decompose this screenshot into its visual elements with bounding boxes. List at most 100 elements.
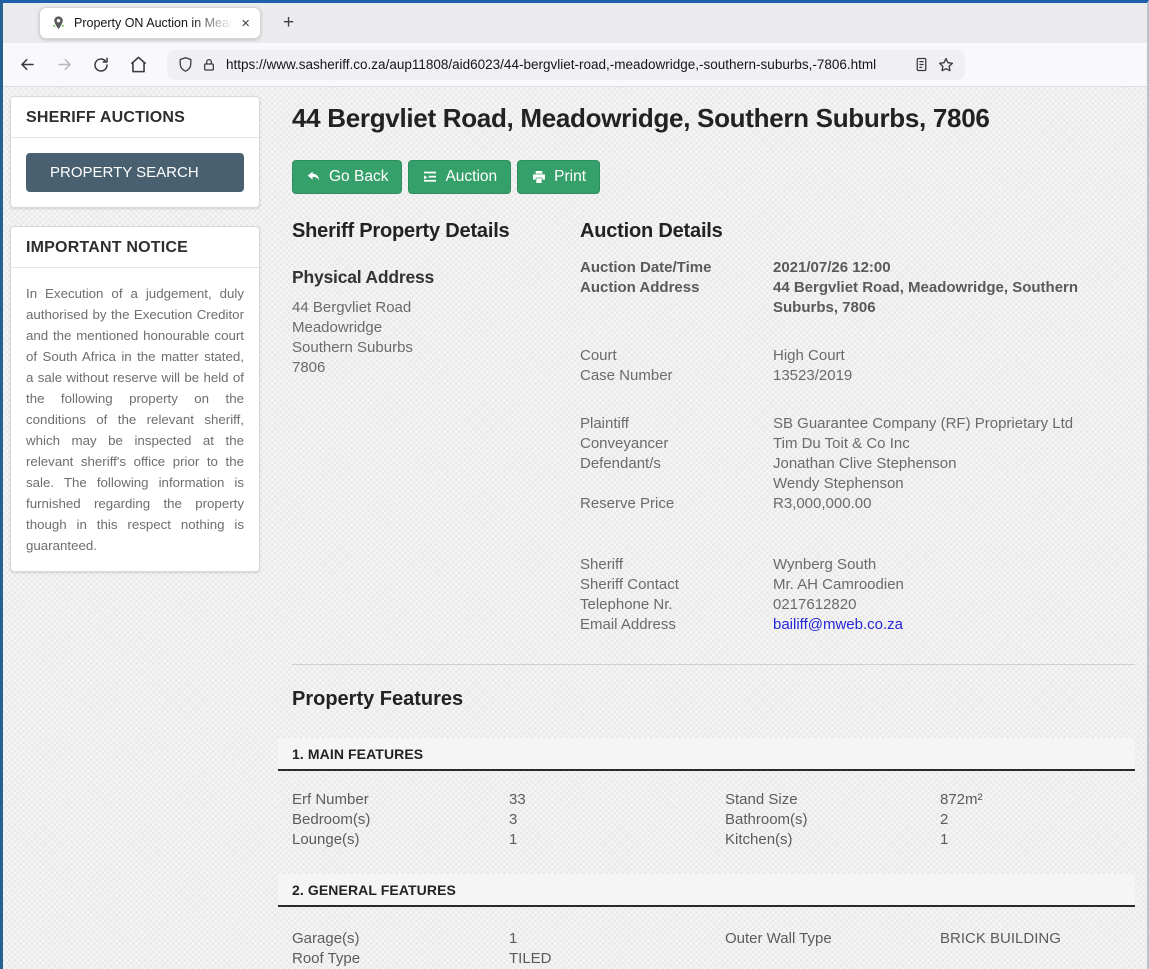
property-details-column: Sheriff Property Details Physical Addres… <box>292 220 580 635</box>
reply-arrow-icon <box>306 169 322 185</box>
reserve-price-value: R3,000,000.00 <box>773 494 1135 514</box>
address-line: Meadowridge <box>292 318 580 338</box>
site-favicon-icon <box>50 15 67 32</box>
feature-value: 872m² <box>940 790 1135 810</box>
address-line: 7806 <box>292 358 580 378</box>
property-details-heading: Sheriff Property Details <box>292 220 580 243</box>
property-search-button[interactable]: PROPERTY SEARCH <box>26 153 244 192</box>
feature-label: Garage(s) <box>292 929 509 949</box>
feature-label: Erf Number <box>292 790 509 810</box>
email-link[interactable]: bailiff@mweb.co.za <box>773 616 903 633</box>
feature-label: Kitchen(s) <box>725 830 940 850</box>
feature-value: 3 <box>509 810 725 830</box>
conveyancer-label: Conveyancer <box>580 434 773 454</box>
feature-value: 1 <box>509 929 725 949</box>
url-bar[interactable]: https://www.sasheriff.co.za/aup11808/aid… <box>167 50 965 80</box>
browser-window: Property ON Auction in Meado × + https:/… <box>0 0 1149 969</box>
feature-value: BRICK BUILDING <box>940 929 1135 949</box>
tab-close-icon[interactable]: × <box>238 15 253 32</box>
auction-list-icon <box>422 169 438 185</box>
divider <box>292 664 1135 665</box>
auction-when-where-group: Auction Date/Time 2021/07/26 12:00 Aucti… <box>580 258 1135 318</box>
bookmark-star-icon[interactable] <box>937 56 955 74</box>
feature-label: Roof Type <box>292 949 509 969</box>
conveyancer-value: Tim Du Toit & Co Inc <box>773 434 1135 454</box>
sheriff-group: Sheriff Wynberg South Sheriff Contact Mr… <box>580 555 1135 635</box>
feature-value: 2 <box>940 810 1135 830</box>
sheriff-contact-label: Sheriff Contact <box>580 575 773 595</box>
auction-button[interactable]: Auction <box>408 160 511 194</box>
general-features-table: Garage(s) 1 Outer Wall Type BRICK BUILDI… <box>292 929 1135 969</box>
go-back-label: Go Back <box>329 168 388 186</box>
tab-title: Property ON Auction in Meado <box>74 16 238 30</box>
go-back-button[interactable]: Go Back <box>292 160 402 194</box>
page-title: 44 Bergvliet Road, Meadowridge, Southern… <box>292 103 1135 134</box>
important-notice-card: IMPORTANT NOTICE In Execution of a judge… <box>10 226 260 572</box>
email-label: Email Address <box>580 615 773 635</box>
defendant-value: Wendy Stephenson <box>773 474 1135 494</box>
auction-label: Auction <box>445 168 497 186</box>
browser-toolbar: https://www.sasheriff.co.za/aup11808/aid… <box>3 43 1147 87</box>
case-number-value: 13523/2019 <box>773 366 1135 386</box>
parties-group: Plaintiff SB Guarantee Company (RF) Prop… <box>580 414 1135 514</box>
defendant-values: Jonathan Clive Stephenson Wendy Stephens… <box>773 454 1135 494</box>
feature-label: Outer Wall Type <box>725 929 940 949</box>
feature-label <box>725 949 940 969</box>
table-row: Lounge(s) 1 Kitchen(s) 1 <box>292 830 1135 850</box>
court-group: Court High Court Case Number 13523/2019 <box>580 346 1135 386</box>
property-features-heading: Property Features <box>292 688 1135 711</box>
table-row: Garage(s) 1 Outer Wall Type BRICK BUILDI… <box>292 929 1135 949</box>
printer-icon <box>531 169 547 185</box>
auction-address-value: 44 Bergvliet Road, Meadowridge, Southern… <box>773 278 1135 318</box>
auction-date-label: Auction Date/Time <box>580 258 773 278</box>
court-label: Court <box>580 346 773 366</box>
reload-button[interactable] <box>85 50 117 80</box>
feature-label: Stand Size <box>725 790 940 810</box>
feature-value: 1 <box>940 830 1135 850</box>
auction-details-heading: Auction Details <box>580 220 1135 243</box>
forward-arrow-icon <box>55 55 74 74</box>
print-button[interactable]: Print <box>517 160 600 194</box>
feature-value <box>940 949 1135 969</box>
plaintiff-label: Plaintiff <box>580 414 773 434</box>
sidebar: SHERIFF AUCTIONS PROPERTY SEARCH IMPORTA… <box>3 87 265 969</box>
auction-details-column: Auction Details Auction Date/Time 2021/0… <box>580 220 1135 635</box>
sheriff-label: Sheriff <box>580 555 773 575</box>
back-button[interactable] <box>11 50 43 80</box>
sheriff-auctions-card: SHERIFF AUCTIONS PROPERTY SEARCH <box>10 96 260 208</box>
auction-date-value: 2021/07/26 12:00 <box>773 258 1135 278</box>
lock-icon[interactable] <box>201 57 217 73</box>
court-value: High Court <box>773 346 1135 366</box>
telephone-value: 0217612820 <box>773 595 1135 615</box>
print-label: Print <box>554 168 586 186</box>
physical-address-heading: Physical Address <box>292 267 580 288</box>
main-features-section-header: 1. MAIN FEATURES <box>278 738 1135 771</box>
auction-address-label: Auction Address <box>580 278 773 318</box>
reader-mode-icon[interactable] <box>913 56 930 73</box>
sheriff-contact-value: Mr. AH Camroodien <box>773 575 1135 595</box>
table-row: Erf Number 33 Stand Size 872m² <box>292 790 1135 810</box>
main-features-table: Erf Number 33 Stand Size 872m² Bedroom(s… <box>292 790 1135 850</box>
feature-label: Lounge(s) <box>292 830 509 850</box>
url-text[interactable]: https://www.sasheriff.co.za/aup11808/aid… <box>226 57 876 72</box>
shield-icon[interactable] <box>177 56 194 73</box>
important-notice-text: In Execution of a judgement, duly author… <box>26 283 244 556</box>
table-row: Bedroom(s) 3 Bathroom(s) 2 <box>292 810 1135 830</box>
main-content: 44 Bergvliet Road, Meadowridge, Southern… <box>265 87 1147 969</box>
browser-tab[interactable]: Property ON Auction in Meado × <box>39 7 261 39</box>
forward-button[interactable] <box>48 50 80 80</box>
important-notice-heading: IMPORTANT NOTICE <box>11 227 259 268</box>
home-button[interactable] <box>122 50 154 80</box>
reserve-price-label: Reserve Price <box>580 494 773 514</box>
sheriff-auctions-heading: SHERIFF AUCTIONS <box>11 97 259 138</box>
home-icon <box>129 55 148 74</box>
feature-label: Bathroom(s) <box>725 810 940 830</box>
address-line: Southern Suburbs <box>292 338 580 358</box>
feature-value: TILED <box>509 949 725 969</box>
plaintiff-value: SB Guarantee Company (RF) Proprietary Lt… <box>773 414 1135 434</box>
telephone-label: Telephone Nr. <box>580 595 773 615</box>
action-buttons: Go Back Auction Print <box>292 160 1135 194</box>
page-content: SHERIFF AUCTIONS PROPERTY SEARCH IMPORTA… <box>3 87 1147 969</box>
new-tab-button[interactable]: + <box>275 10 302 36</box>
defendant-label: Defendant/s <box>580 454 773 494</box>
